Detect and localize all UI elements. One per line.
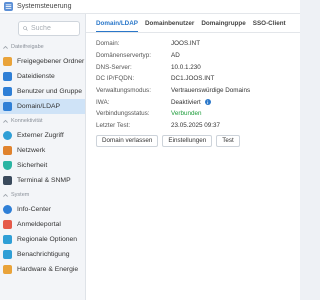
sidebar-item-external-access[interactable]: Externer Zugriff — [0, 128, 85, 143]
sidebar-item-notification[interactable]: Benachrichtigung — [0, 247, 85, 262]
regional-icon — [3, 235, 12, 244]
control-panel-icon — [4, 2, 13, 11]
sidebar-item-security[interactable]: Sicherheit — [0, 158, 85, 173]
sidebar-item-label: Externer Zugriff — [17, 132, 64, 139]
window-title: Systemsteuerung — [17, 3, 72, 10]
sidebar-item-label: Hardware & Energie — [17, 266, 79, 273]
tab-sso-client[interactable]: SSO-Client — [253, 20, 286, 32]
info-row-domain: Domain: JOOS.INT — [96, 38, 300, 50]
sidebar-item-label: Dateidienste — [17, 73, 55, 80]
sidebar-item-label: Netzwerk — [17, 147, 46, 154]
info-value: 10.0.1.230 — [171, 63, 201, 71]
action-buttons: Domain verlassen Einstellungen Test — [86, 132, 300, 147]
sidebar-item-label: Sicherheit — [17, 162, 48, 169]
sidebar-section-system: System Info-Center Anmeldeportal Regiona… — [0, 188, 85, 277]
sidebar-item-label: Benutzer und Gruppe — [17, 88, 82, 95]
sidebar-item-label: Anmeldeportal — [17, 221, 61, 228]
info-row-last-test: Letzter Test: 23.05.2025 09:37 — [96, 120, 300, 132]
sidebar-item-hardware-power[interactable]: Hardware & Energie — [0, 262, 85, 277]
info-key: Domänenservertyp: — [96, 52, 151, 60]
sidebar-item-file-services[interactable]: Dateidienste — [0, 69, 85, 84]
section-header[interactable]: Dateifreigabe — [0, 40, 85, 54]
sidebar-item-users-groups[interactable]: Benutzer und Gruppe — [0, 84, 85, 99]
info-value: Deaktiviert — [171, 98, 201, 106]
sidebar-item-regional-options[interactable]: Regionale Optionen — [0, 232, 85, 247]
terminal-icon — [3, 176, 12, 185]
tab-domain-ldap[interactable]: Domain/LDAP — [96, 20, 138, 32]
domain-info: Domain: JOOS.INT Domänenservertyp: AD DNS-… — [86, 33, 300, 132]
sidebar-item-terminal-snmp[interactable]: Terminal & SNMP — [0, 173, 85, 188]
sidebar-item-label: Regionale Optionen — [17, 236, 78, 243]
title-bar: Systemsteuerung — [0, 0, 300, 14]
main-panel: Domain/LDAP Domainbenutzer Domaingruppe … — [86, 14, 300, 300]
sidebar-item-label: Info-Center — [17, 206, 52, 213]
sidebar-item-info-center[interactable]: Info-Center — [0, 202, 85, 217]
login-portal-icon — [3, 220, 12, 229]
shield-icon — [3, 161, 12, 170]
info-value: Vertrauenswürdige Domains — [171, 87, 251, 95]
notification-icon — [3, 250, 12, 259]
leave-domain-button[interactable]: Domain verlassen — [96, 134, 159, 147]
info-value: JOOS.INT — [171, 40, 201, 48]
info-key: Verbindungsstatus: — [96, 110, 150, 118]
sidebar-item-network[interactable]: Netzwerk — [0, 143, 85, 158]
section-header[interactable]: Konnektivität — [0, 114, 85, 128]
domain-icon — [3, 102, 12, 111]
info-key: IWA: — [96, 98, 110, 106]
folder-icon — [3, 57, 12, 66]
info-key: DC IP/FQDN: — [96, 75, 135, 83]
settings-button[interactable]: Einstellungen — [162, 134, 213, 147]
info-icon — [3, 205, 12, 214]
chevron-up-icon — [3, 119, 8, 123]
info-value: DC1.JOOS.INT — [171, 75, 215, 83]
sidebar: Dateifreigabe Freigegebener Ordner Datei… — [0, 14, 86, 300]
section-label: Konnektivität — [11, 118, 43, 124]
network-icon — [3, 146, 12, 155]
section-label: System — [11, 192, 30, 198]
sidebar-section-file-sharing: Dateifreigabe Freigegebener Ordner Datei… — [0, 40, 85, 114]
search-icon — [23, 26, 28, 31]
tab-domain-groups[interactable]: Domaingruppe — [201, 20, 245, 32]
sidebar-item-login-portal[interactable]: Anmeldeportal — [0, 217, 85, 232]
info-row-dns-server: DNS-Server: 10.0.1.230 — [96, 61, 300, 73]
tab-domain-users[interactable]: Domainbenutzer — [145, 20, 194, 32]
info-value: 23.05.2025 09:37 — [171, 122, 221, 130]
chevron-up-icon — [3, 45, 8, 49]
info-row-dc: DC IP/FQDN: DC1.JOOS.INT — [96, 73, 300, 85]
sidebar-item-label: Terminal & SNMP — [17, 177, 71, 184]
tab-bar: Domain/LDAP Domainbenutzer Domaingruppe … — [86, 14, 300, 33]
info-row-management-mode: Verwaltungsmodus: Vertrauenswürdige Domai… — [96, 85, 300, 97]
info-key: DNS-Server: — [96, 63, 132, 71]
test-button[interactable]: Test — [216, 134, 240, 147]
hardware-icon — [3, 265, 12, 274]
search-box[interactable] — [18, 21, 80, 36]
file-services-icon — [3, 72, 12, 81]
section-header[interactable]: System — [0, 188, 85, 202]
info-row-server-type: Domänenservertyp: AD — [96, 50, 300, 62]
search-input[interactable] — [31, 25, 79, 32]
globe-icon — [3, 131, 12, 140]
info-key: Verwaltungsmodus: — [96, 87, 151, 95]
info-row-connection-status: Verbindungsstatus: Verbunden — [96, 108, 300, 120]
info-key: Letzter Test: — [96, 122, 131, 130]
info-row-iwa: IWA: Deaktiviert i — [96, 96, 300, 108]
sidebar-item-label: Freigegebener Ordner — [17, 58, 85, 65]
users-icon — [3, 87, 12, 96]
sidebar-item-domain-ldap[interactable]: Domain/LDAP — [0, 99, 85, 114]
info-icon[interactable]: i — [204, 99, 211, 106]
info-key: Domain: — [96, 40, 120, 48]
sidebar-section-connectivity: Konnektivität Externer Zugriff Netzwerk … — [0, 114, 85, 188]
section-label: Dateifreigabe — [11, 44, 44, 50]
info-value: AD — [171, 52, 180, 60]
sidebar-item-shared-folder[interactable]: Freigegebener Ordner — [0, 54, 85, 69]
sidebar-item-label: Benachrichtigung — [17, 251, 70, 258]
status-value: Verbunden — [171, 110, 202, 118]
chevron-up-icon — [3, 193, 8, 197]
sidebar-item-label: Domain/LDAP — [17, 103, 61, 110]
